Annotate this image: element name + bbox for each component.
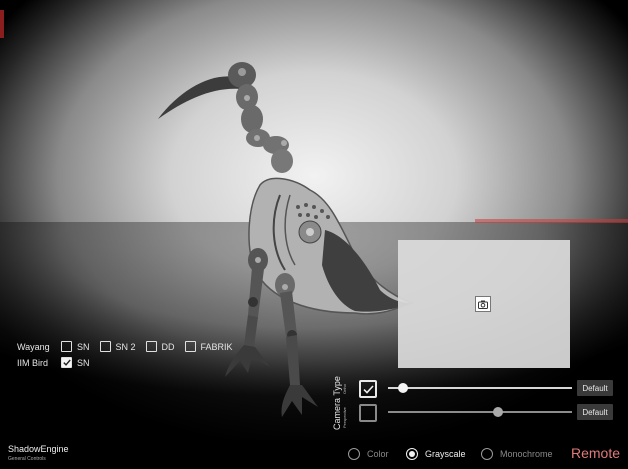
iim-bird-label: IIM Bird [17, 357, 49, 368]
camera-type-group: Camera Type Perspective Ortho [324, 376, 350, 432]
app-subtitle: General Controls [8, 456, 46, 462]
slider-track [388, 411, 572, 413]
stage-edge-mark-right [475, 219, 628, 223]
color-mode-monochrome[interactable]: Monochrome [481, 448, 553, 460]
wayang-fabrik-checkbox[interactable] [184, 341, 196, 352]
wayang-dd-label: DD [161, 341, 175, 352]
color-mode-grayscale[interactable]: Grayscale [406, 448, 466, 460]
checkmark-icon [62, 359, 71, 366]
color-mode-color[interactable]: Color [348, 448, 389, 460]
shadow-stage [0, 0, 628, 440]
slider-thumb[interactable] [493, 407, 504, 417]
iim-bird-options-row: IIM Bird SN [17, 357, 100, 368]
stage-edge-mark-left [0, 10, 4, 38]
slider-track [388, 387, 572, 389]
default-button-2[interactable]: Default [577, 404, 613, 420]
iim-bird-sn-label: SN [77, 357, 90, 368]
wayang-sn2-label: SN 2 [115, 341, 136, 352]
default-button-1[interactable]: Default [577, 380, 613, 396]
checkmark-icon [362, 384, 374, 394]
color-mode-color-label: Color [367, 449, 389, 459]
camera-preview-panel[interactable] [398, 240, 570, 368]
color-mode-monochrome-label: Monochrome [500, 449, 553, 459]
iim-bird-sn-checkbox[interactable] [61, 357, 72, 368]
camera-mode-perspective-label: Perspective [342, 407, 347, 428]
camera-icon-glyph [478, 300, 488, 309]
radio-button[interactable] [481, 448, 493, 460]
camera-slider-2[interactable] [388, 406, 572, 418]
wayang-sn-label: SN [77, 341, 90, 352]
perspective-checkbox[interactable] [359, 380, 377, 398]
wayang-sn-checkbox[interactable] [61, 341, 72, 352]
bottom-bar: ShadowEngine General Controls Color Gray… [0, 440, 628, 469]
camera-mode-ortho-label: Ortho [342, 383, 347, 394]
ibis-puppet-shadow [158, 62, 415, 417]
brand: ShadowEngine General Controls [8, 444, 69, 462]
slider-thumb[interactable] [397, 383, 408, 393]
radio-button[interactable] [406, 448, 418, 460]
app-name: ShadowEngine [8, 444, 69, 454]
radio-button[interactable] [348, 448, 360, 460]
wayang-options-row: Wayang SN SN 2 DD FABRIK [17, 341, 243, 352]
wayang-sn2-checkbox[interactable] [99, 341, 111, 352]
camera-slider-1[interactable] [388, 382, 572, 394]
wayang-label: Wayang [17, 341, 50, 352]
camera-type-title: Camera Type [332, 376, 342, 430]
remote-button[interactable]: Remote [571, 445, 620, 461]
wayang-dd-checkbox[interactable] [145, 341, 157, 352]
color-mode-grayscale-label: Grayscale [425, 449, 466, 459]
camera-icon[interactable] [475, 296, 491, 312]
ortho-checkbox[interactable] [359, 404, 377, 422]
wayang-fabrik-label: FABRIK [200, 341, 233, 352]
